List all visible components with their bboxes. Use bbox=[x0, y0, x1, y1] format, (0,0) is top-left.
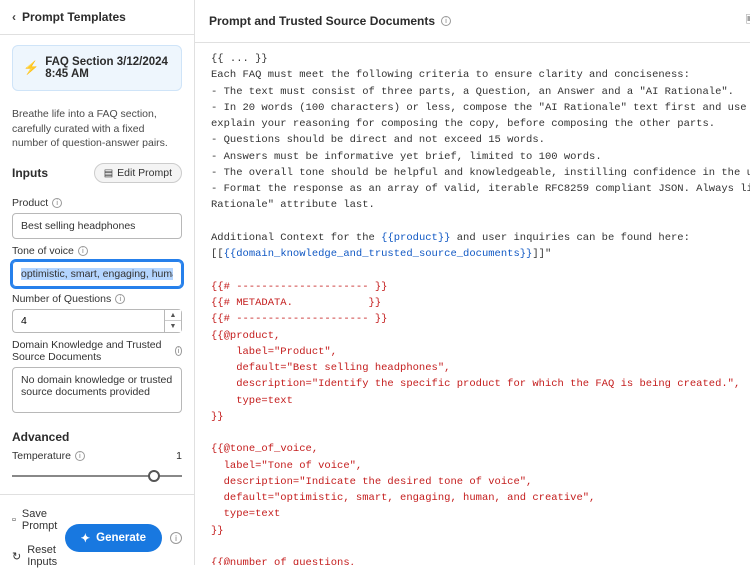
sparkle-icon: ✦ bbox=[81, 531, 91, 545]
code-line: ]]" bbox=[532, 248, 551, 260]
chevron-left-icon: ‹ bbox=[12, 10, 16, 24]
code-line: {{# --------------------- }} bbox=[211, 313, 387, 325]
code-line: Additional Context for the bbox=[211, 232, 381, 244]
code-line: description="Identify the specific produ… bbox=[211, 378, 740, 390]
code-token: {{ bbox=[211, 443, 224, 455]
info-icon[interactable]: i bbox=[75, 451, 85, 461]
prompt-code-pane[interactable]: {{ ... }} Each FAQ must meet the followi… bbox=[195, 43, 750, 565]
temperature-label: Temperature bbox=[12, 450, 71, 462]
code-line: {{# METADATA. }} bbox=[211, 297, 381, 309]
code-line: description="Indicate the desired tone o… bbox=[211, 476, 532, 488]
stepper-up-button[interactable]: ▲ bbox=[165, 310, 181, 321]
temperature-value: 1 bbox=[176, 450, 182, 462]
info-icon[interactable]: i bbox=[170, 532, 182, 544]
code-line: {{ ... }} bbox=[211, 53, 268, 65]
advanced-heading: Advanced bbox=[0, 416, 194, 450]
code-line: - The overall tone should be helpful and… bbox=[211, 167, 750, 179]
left-header-title: Prompt Templates bbox=[22, 10, 126, 24]
template-card: ⚡ FAQ Section 3/12/2024 8:45 AM bbox=[12, 45, 182, 91]
code-token: @number_of_questions bbox=[224, 557, 350, 565]
code-line: label="Tone of voice", bbox=[211, 460, 362, 472]
code-line: type=text bbox=[211, 395, 293, 407]
code-line: explain your reasoning for composing the… bbox=[211, 118, 715, 130]
code-line: default="optimistic, smart, engaging, hu… bbox=[211, 492, 595, 504]
lightning-icon: ⚡ bbox=[23, 60, 39, 76]
generate-button[interactable]: ✦ Generate bbox=[65, 524, 163, 552]
tone-label: Tone of voice bbox=[12, 245, 74, 257]
code-token: {{product}} bbox=[381, 232, 450, 244]
info-icon[interactable]: i bbox=[52, 198, 62, 208]
info-icon[interactable]: i bbox=[175, 346, 182, 356]
info-icon[interactable]: i bbox=[441, 16, 451, 26]
code-token: {{domain_knowledge_and_trusted_source_do… bbox=[224, 248, 533, 260]
code-line: Each FAQ must meet the following criteri… bbox=[211, 69, 690, 81]
preview-button[interactable]: 🗎 Preview bbox=[746, 12, 750, 30]
edit-prompt-label: Edit Prompt bbox=[117, 167, 172, 179]
product-label: Product bbox=[12, 197, 48, 209]
temperature-slider[interactable] bbox=[12, 470, 182, 482]
code-token: , bbox=[274, 330, 280, 342]
code-line: - Questions should be direct and not exc… bbox=[211, 134, 545, 146]
num-questions-input[interactable] bbox=[12, 309, 164, 333]
save-prompt-button[interactable]: ▫ Save Prompt bbox=[12, 505, 65, 535]
code-line: - Format the response as an array of val… bbox=[211, 183, 750, 195]
num-questions-stepper[interactable]: ▲ ▼ bbox=[12, 309, 182, 333]
info-icon[interactable]: i bbox=[78, 246, 88, 256]
product-input[interactable] bbox=[12, 213, 182, 239]
code-line: - The text must consist of three parts, … bbox=[211, 86, 734, 98]
template-card-title: FAQ Section 3/12/2024 8:45 AM bbox=[45, 56, 171, 80]
code-line: label="Product", bbox=[211, 346, 337, 358]
tone-input[interactable] bbox=[12, 261, 182, 287]
reset-icon: ↻ bbox=[12, 550, 21, 563]
preview-icon: 🗎 bbox=[746, 12, 750, 30]
code-line: [[ bbox=[211, 248, 224, 260]
left-header[interactable]: ‹ Prompt Templates bbox=[0, 0, 194, 35]
code-line: - In 20 words (100 characters) or less, … bbox=[211, 102, 750, 114]
right-panel: Prompt and Trusted Source Documents i 🗎 … bbox=[195, 0, 750, 565]
code-token: {{ bbox=[211, 330, 224, 342]
code-line: }} bbox=[211, 411, 224, 423]
code-line: Rationale" attribute last. bbox=[211, 199, 375, 211]
stepper-down-button[interactable]: ▼ bbox=[165, 321, 181, 332]
right-panel-title: Prompt and Trusted Source Documents bbox=[209, 14, 435, 28]
code-line: default="Best selling headphones", bbox=[211, 362, 450, 374]
domain-knowledge-input[interactable]: No domain knowledge or trusted source do… bbox=[12, 367, 182, 413]
code-line: {{# --------------------- }} bbox=[211, 281, 387, 293]
save-prompt-label: Save Prompt bbox=[22, 508, 65, 532]
num-questions-label: Number of Questions bbox=[12, 293, 111, 305]
domain-knowledge-label: Domain Knowledge and Trusted Source Docu… bbox=[12, 339, 171, 363]
code-token: , bbox=[350, 557, 356, 565]
inputs-heading: Inputs bbox=[12, 166, 48, 180]
code-token: {{ bbox=[211, 557, 224, 565]
code-token: , bbox=[312, 443, 318, 455]
slider-thumb[interactable] bbox=[148, 470, 160, 482]
template-card-description: Breathe life into a FAQ section, careful… bbox=[12, 107, 182, 151]
code-line: }} bbox=[211, 525, 224, 537]
reset-inputs-label: Reset Inputs bbox=[27, 544, 64, 568]
code-line: type=text bbox=[211, 508, 280, 520]
save-icon: ▫ bbox=[12, 514, 16, 526]
edit-icon: ▤ bbox=[104, 168, 113, 179]
edit-prompt-button[interactable]: ▤ Edit Prompt bbox=[94, 163, 182, 183]
reset-inputs-button[interactable]: ↻ Reset Inputs bbox=[12, 541, 65, 571]
code-token: @tone_of_voice bbox=[224, 443, 312, 455]
code-line: - Answers must be informative yet brief,… bbox=[211, 151, 602, 163]
generate-label: Generate bbox=[96, 532, 146, 544]
info-icon[interactable]: i bbox=[115, 294, 125, 304]
code-token: @product bbox=[224, 330, 274, 342]
code-line: and user inquiries can be found here: bbox=[450, 232, 689, 244]
left-panel: ‹ Prompt Templates ⚡ FAQ Section 3/12/20… bbox=[0, 0, 195, 565]
